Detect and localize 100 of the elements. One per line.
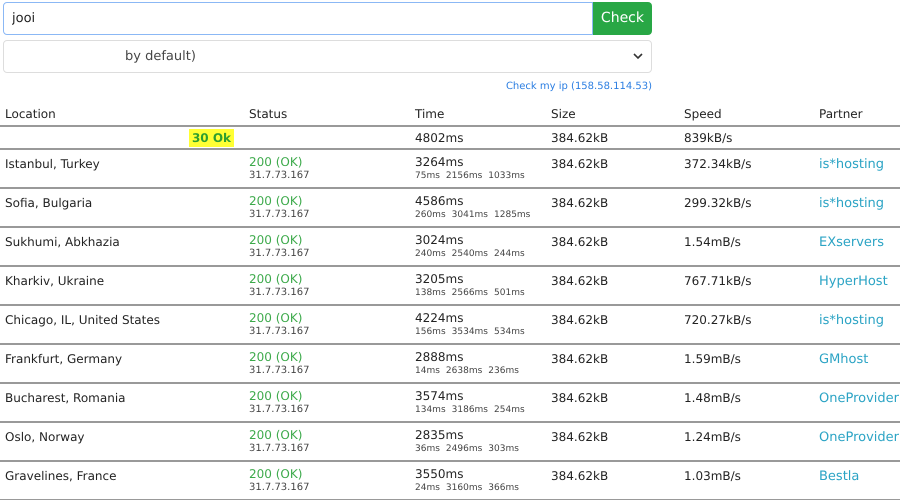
status-cell: 200 (OK) [249,389,302,403]
partner-link[interactable]: is*hosting [819,196,884,211]
timing-value: 1033ms [488,170,525,183]
status-cell: 200 (OK) [249,428,302,442]
timing-value: 3186ms [452,404,488,417]
ip-address: 31.7.73.167 [249,169,310,183]
partner-link[interactable]: Bestla [819,469,860,484]
table-cell: 839kB/s [684,130,732,144]
timing-value: 254ms [494,404,525,417]
location-cell: Gravelines, France [5,469,117,483]
status-cell: 200 (OK) [249,194,302,208]
speed-cell: 299.32kB/s [684,196,752,210]
status-cell: 200 (OK) [249,350,302,364]
column-header: Partner [819,106,863,120]
check-ip-link[interactable]: Check my ip (158.58.114.53) [506,79,652,94]
timing-value: 1285ms [494,209,530,222]
partner-link[interactable]: OneProvider [819,430,899,445]
ip-address: 31.7.73.167 [249,481,310,495]
partner-link[interactable]: is*hosting [819,313,884,328]
time-cell: 3264ms [415,155,464,169]
table-cell: 384.62kB [551,130,608,144]
location-cell: Bucharest, Romania [5,391,126,405]
size-cell: 384.62kB [551,157,608,171]
timing-value: 240ms [415,248,446,261]
timing-value: 75ms [415,170,440,183]
speed-cell: 767.71kB/s [684,274,752,288]
time-cell: 4224ms [415,311,464,325]
speed-cell: 1.48mB/s [684,391,741,405]
speed-cell: 1.59mB/s [684,352,741,366]
size-cell: 384.62kB [551,196,608,210]
partner-link[interactable]: GMhost [819,352,868,367]
location-cell: Kharkiv, Ukraine [5,274,104,288]
ip-address: 31.7.73.167 [249,286,310,300]
timing-value: 2156ms [446,170,482,183]
check-button[interactable]: Check [592,2,652,35]
location-cell: Istanbul, Turkey [5,157,100,171]
timing-value: 236ms [488,365,519,378]
timing-value: 3041ms [452,209,488,222]
timing-value: 366ms [488,482,519,495]
location-cell: Oslo, Norway [5,430,85,444]
timing-value: 134ms [415,404,446,417]
ip-address: 31.7.73.167 [249,247,310,261]
column-header: Location [5,106,56,120]
column-header: Speed [684,106,722,120]
timing-value: 156ms [415,326,446,339]
time-cell: 3205ms [415,272,464,286]
ip-address: 31.7.73.167 [249,208,310,222]
timing-value: 534ms [494,326,525,339]
size-cell: 384.62kB [551,391,608,405]
time-cell: 3574ms [415,389,464,403]
speed-cell: 1.24mB/s [684,430,741,444]
timing-value: 24ms [415,482,440,495]
partner-link[interactable]: EXservers [819,235,884,250]
timing-value: 2638ms [446,365,482,378]
ip-address: 31.7.73.167 [249,442,310,456]
status-cell: 200 (OK) [249,467,302,481]
timing-value: 2540ms [452,248,488,261]
status-cell: 200 (OK) [249,272,302,286]
timing-value: 138ms [415,287,446,300]
size-cell: 384.62kB [551,469,608,483]
column-header: Size [551,106,576,120]
time-cell: 2835ms [415,428,464,442]
timing-value: 2496ms [446,443,482,456]
timing-value: 14ms [415,365,440,378]
time-cell: 4586ms [415,194,464,208]
ip-address: 31.7.73.167 [249,403,310,417]
table-cell: 4802ms [415,130,464,144]
url-input-field[interactable]: jooi [3,2,593,35]
timing-value: 2566ms [452,287,488,300]
partner-link[interactable]: is*hosting [819,157,884,172]
location-cell: Sofia, Bulgaria [5,196,92,210]
time-cell: 2888ms [415,350,464,364]
speed-cell: 720.27kB/s [684,313,752,327]
select-field[interactable]: by default) [3,40,652,73]
column-header: Status [249,106,288,120]
size-cell: 384.62kB [551,430,608,444]
speed-cell: 1.54mB/s [684,235,741,249]
timing-value: 3160ms [446,482,482,495]
partner-link[interactable]: OneProvider [819,391,899,406]
timing-value: 501ms [494,287,525,300]
timing-value: 36ms [415,443,440,456]
speed-cell: 372.34kB/s [684,157,752,171]
size-cell: 384.62kB [551,352,608,366]
timing-value: 244ms [494,248,525,261]
partner-link[interactable]: HyperHost [819,274,888,289]
status-cell: 200 (OK) [249,233,302,247]
location-cell: Frankfurt, Germany [5,352,122,366]
size-cell: 384.62kB [551,313,608,327]
time-cell: 3024ms [415,233,464,247]
ip-address: 31.7.73.167 [249,325,310,339]
column-header: Time [415,106,444,120]
location-cell: Sukhumi, Abkhazia [5,235,120,249]
status-cell: 200 (OK) [249,155,302,169]
size-cell: 384.62kB [551,235,608,249]
ok-count-badge: 30 Ok [188,128,234,146]
status-cell: 200 (OK) [249,311,302,325]
chevron-down-icon [633,53,643,60]
time-cell: 3550ms [415,467,464,481]
ip-address: 31.7.73.167 [249,364,310,378]
timing-value: 260ms [415,209,446,222]
